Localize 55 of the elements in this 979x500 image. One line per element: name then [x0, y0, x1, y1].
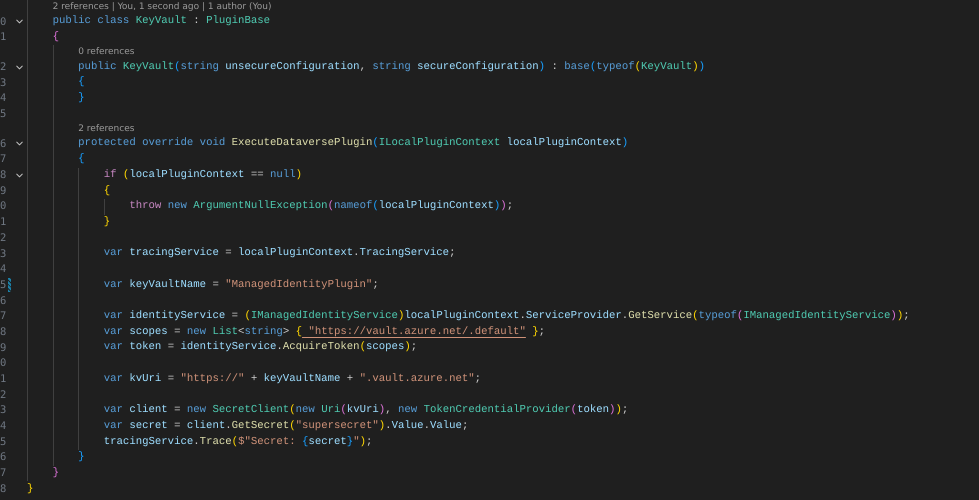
- code-line: var scopes = new List<string> { "https://vault.azure.net/.default" };: [102, 324, 546, 340]
- code-line: }: [102, 214, 110, 230]
- line-number: 8: [0, 484, 7, 494]
- line-number: 0: [0, 16, 7, 28]
- code-line: protected override void ExecuteDataversePlugin(ILocalPluginContext localPluginContext): [77, 136, 628, 152]
- line-number: 5: [0, 436, 7, 448]
- code-line: var keyVaultName = "ManagedIdentityPlugin";: [102, 278, 379, 293]
- code-line: var token = identityService.AcquireToken(scopes);: [102, 340, 418, 356]
- code-line: }: [77, 91, 85, 106]
- line-number: 7: [0, 154, 7, 165]
- line-number: 6: [0, 296, 7, 306]
- line-number: 3: [0, 248, 7, 260]
- line-number: 3: [0, 405, 7, 416]
- codelens-text[interactable]: 2 references: [78, 123, 134, 136]
- line-number: 0: [0, 201, 7, 212]
- line-number: 9: [0, 342, 7, 354]
- line-number: 7: [0, 311, 7, 322]
- codelens-text[interactable]: 2 references | You, 1 second ago | 1 author (You): [52, 1, 272, 13]
- code-line: {: [52, 30, 59, 46]
- line-number: 7: [0, 468, 7, 479]
- line-number: 1: [0, 217, 7, 228]
- code-line: var client = new SecretClient(new Uri(kvUri), new TokenCredentialProvider(token));: [102, 403, 628, 418]
- code-line: }: [27, 482, 34, 497]
- code-line: var tracingService = localPluginContext.TracingService;: [102, 246, 456, 262]
- code-line: throw new ArgumentNullException(nameof(localPluginContext));: [128, 199, 514, 214]
- line-number: 4: [0, 93, 7, 104]
- code-line: var kvUri = "https://" + keyVaultName + ".vault.azure.net";: [102, 372, 482, 387]
- code-line: {: [102, 184, 110, 199]
- line-number: 5: [0, 109, 7, 120]
- line-number: 4: [0, 421, 7, 432]
- line-number: 5: [0, 280, 7, 290]
- code-line: public KeyVault(string unsecureConfiguration, string secureConfiguration) : base(typeof(KeyVault)): [77, 60, 705, 75]
- code-line: {: [77, 152, 85, 168]
- code-line: tracingService.Trace($"Secret: {secret}");: [102, 434, 372, 450]
- line-number: 1: [0, 32, 7, 43]
- line-number: 6: [0, 452, 7, 463]
- line-number: 4: [0, 264, 7, 275]
- code-line: var identityService = (IManagedIdentityService)localPluginContext.ServiceProvider.GetService(typeof(IManagedIdentityService));: [102, 309, 910, 324]
- code-line: if (localPluginContext == null): [102, 168, 302, 183]
- line-number: 8: [0, 170, 7, 181]
- code-line: var secret = client.GetSecret("supersecret").Value.Value;: [102, 418, 468, 434]
- line-number: 9: [0, 186, 7, 196]
- line-number: 2: [0, 390, 7, 400]
- line-number: 6: [0, 138, 7, 150]
- code-line: {: [77, 75, 85, 90]
- code-line: public class KeyVault : PluginBase: [52, 14, 270, 30]
- code-line: }: [52, 466, 59, 481]
- line-number: 2: [0, 62, 7, 72]
- line-number: 3: [0, 78, 7, 88]
- line-number: 0: [0, 358, 7, 369]
- codelens-text[interactable]: 0 references: [78, 46, 134, 58]
- line-number: 8: [0, 326, 7, 338]
- line-number: 1: [0, 374, 7, 385]
- code-line: }: [77, 450, 85, 466]
- line-number: 2: [0, 232, 7, 244]
